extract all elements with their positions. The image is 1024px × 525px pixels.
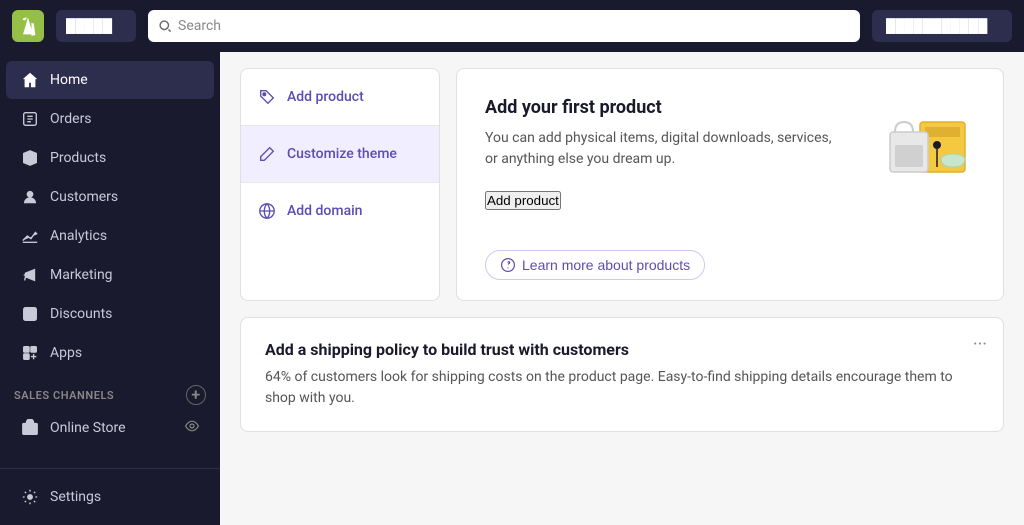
shopify-logo: [12, 10, 44, 42]
store-name[interactable]: █████: [56, 10, 136, 42]
sidebar: Home Orders Products Cu: [0, 52, 220, 525]
topbar-right-button[interactable]: ███████████: [872, 10, 1012, 42]
sidebar-label-customers: Customers: [50, 189, 118, 205]
search-bar[interactable]: Search: [148, 10, 860, 42]
learn-more-label: Learn more about products: [522, 257, 690, 273]
apps-icon: [20, 343, 40, 363]
globe-icon: [257, 201, 277, 221]
add-domain-action[interactable]: Add domain: [241, 183, 439, 239]
sidebar-label-home: Home: [50, 72, 88, 88]
sidebar-item-settings[interactable]: Settings: [6, 478, 214, 516]
add-domain-label: Add domain: [287, 203, 362, 219]
sidebar-item-orders[interactable]: Orders: [6, 100, 214, 138]
feature-text: Add your first product You can add physi…: [485, 97, 845, 210]
feature-panel: Add your first product You can add physi…: [456, 68, 1004, 301]
sidebar-nav: Home Orders Products Cu: [0, 52, 220, 468]
sidebar-item-apps[interactable]: Apps: [6, 334, 214, 372]
products-icon: [20, 148, 40, 168]
feature-title: Add your first product: [485, 97, 845, 118]
shipping-description: 64% of customers look for shipping costs…: [265, 367, 979, 409]
orders-icon: [20, 109, 40, 129]
sidebar-item-products[interactable]: Products: [6, 139, 214, 177]
online-store-icon: [20, 418, 40, 438]
shipping-title: Add a shipping policy to build trust wit…: [265, 340, 979, 359]
sidebar-label-apps: Apps: [50, 345, 82, 361]
action-list: Add product Customize theme Add domain: [240, 68, 440, 301]
sidebar-label-settings: Settings: [50, 489, 101, 505]
more-options-button[interactable]: ···: [973, 334, 987, 355]
feature-description: You can add physical items, digital down…: [485, 128, 845, 170]
analytics-icon: [20, 226, 40, 246]
customers-icon: [20, 187, 40, 207]
sidebar-item-discounts[interactable]: Discounts: [6, 295, 214, 333]
sidebar-label-discounts: Discounts: [50, 306, 112, 322]
add-product-cta[interactable]: Add product: [485, 191, 561, 210]
sales-channels-section: SALES CHANNELS +: [0, 373, 220, 409]
sidebar-bottom: Settings: [0, 468, 220, 525]
shipping-section: ··· Add a shipping policy to build trust…: [240, 317, 1004, 432]
sidebar-item-online-store[interactable]: Online Store: [6, 410, 214, 446]
sidebar-label-online-store: Online Store: [50, 420, 126, 436]
online-store-eye-icon[interactable]: [184, 418, 200, 438]
sidebar-label-orders: Orders: [50, 111, 92, 127]
question-icon: [500, 257, 516, 273]
home-icon: [20, 70, 40, 90]
marketing-icon: [20, 265, 40, 285]
search-icon: [158, 19, 172, 33]
customize-theme-action[interactable]: Customize theme: [241, 126, 439, 183]
sidebar-label-analytics: Analytics: [50, 228, 107, 244]
main-content: Add product Customize theme Add domain: [220, 52, 1024, 525]
add-sales-channel-button[interactable]: +: [186, 385, 206, 405]
settings-icon: [20, 487, 40, 507]
sidebar-label-marketing: Marketing: [50, 267, 113, 283]
pen-icon: [257, 144, 277, 164]
add-product-action[interactable]: Add product: [241, 69, 439, 126]
add-product-label: Add product: [287, 89, 364, 105]
sidebar-item-home[interactable]: Home: [6, 61, 214, 99]
discounts-icon: [20, 304, 40, 324]
customize-theme-label: Customize theme: [287, 146, 397, 162]
sidebar-label-products: Products: [50, 150, 106, 166]
feature-illustration: [865, 97, 975, 210]
topbar: █████ Search ███████████: [0, 0, 1024, 52]
sidebar-item-marketing[interactable]: Marketing: [6, 256, 214, 294]
search-placeholder: Search: [178, 18, 221, 34]
main-panel-row: Add product Customize theme Add domain: [240, 68, 1004, 301]
sidebar-item-analytics[interactable]: Analytics: [6, 217, 214, 255]
tag-icon: [257, 87, 277, 107]
sidebar-item-customers[interactable]: Customers: [6, 178, 214, 216]
learn-more-button[interactable]: Learn more about products: [485, 250, 705, 280]
